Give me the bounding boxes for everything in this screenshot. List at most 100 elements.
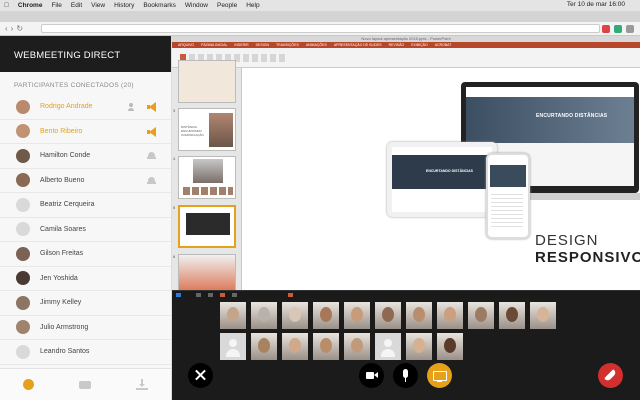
slide-thumb[interactable] bbox=[178, 156, 236, 199]
participant-face bbox=[475, 307, 487, 322]
ribbon-tab[interactable]: APRESENTAÇÃO DE SLIDES bbox=[334, 43, 382, 47]
video-tile[interactable] bbox=[313, 302, 339, 329]
video-tile[interactable] bbox=[251, 302, 277, 329]
avatar bbox=[16, 344, 30, 359]
video-tile[interactable] bbox=[344, 302, 370, 329]
video-tile[interactable] bbox=[406, 302, 432, 329]
video-tile[interactable] bbox=[437, 333, 463, 360]
menu-app[interactable]: Chrome bbox=[18, 2, 43, 9]
video-tile[interactable] bbox=[313, 333, 339, 360]
video-tile[interactable] bbox=[530, 302, 556, 329]
apple-icon[interactable]:  bbox=[4, 2, 9, 9]
video-tile[interactable] bbox=[437, 302, 463, 329]
participant-item[interactable]: Leandro Santos bbox=[0, 340, 171, 365]
participant-item[interactable]: Beatriz Cerqueira bbox=[0, 193, 171, 218]
video-tile[interactable] bbox=[344, 333, 370, 360]
windows-taskbar bbox=[172, 290, 640, 298]
menu-history[interactable]: History bbox=[114, 2, 134, 9]
ribbon-tab[interactable]: INSERIR bbox=[234, 43, 248, 47]
participant-item[interactable]: Jimmy Kelley bbox=[0, 291, 171, 316]
video-tile[interactable] bbox=[220, 302, 246, 329]
shared-screen: Novo layout apresentação 2015.pptx - Pow… bbox=[172, 36, 640, 297]
chat-icon[interactable] bbox=[78, 380, 91, 389]
participant-item[interactable]: Hamilton Conde bbox=[0, 144, 171, 169]
ribbon-icon[interactable] bbox=[261, 53, 267, 62]
video-tile[interactable] bbox=[406, 333, 432, 360]
add-user-icon[interactable] bbox=[128, 103, 136, 111]
participant-item[interactable]: Julio Armstrong bbox=[0, 316, 171, 340]
speaker-icon[interactable] bbox=[147, 126, 157, 137]
extension-icon[interactable] bbox=[614, 25, 622, 33]
start-icon[interactable] bbox=[176, 293, 181, 297]
ribbon-tab[interactable]: TRANSIÇÕES bbox=[276, 43, 299, 47]
taskbar-icon[interactable] bbox=[208, 293, 213, 297]
participant-face bbox=[444, 338, 456, 353]
ribbon-tab[interactable]: ANIMAÇÕES bbox=[306, 43, 327, 47]
slide-thumb-selected[interactable] bbox=[178, 205, 236, 248]
video-tile-placeholder[interactable] bbox=[375, 333, 401, 360]
video-tile[interactable] bbox=[375, 302, 401, 329]
participant-item[interactable]: Jen Yoshida bbox=[0, 267, 171, 291]
participant-item[interactable]: Bento Ribeiro bbox=[0, 120, 171, 144]
raise-hand-icon[interactable] bbox=[147, 176, 156, 184]
video-tile[interactable] bbox=[282, 302, 308, 329]
menu-file[interactable]: File bbox=[51, 2, 61, 9]
menu-view[interactable]: View bbox=[91, 2, 105, 9]
slide-thumbnails: 3 DISTÂNCIA ENCURTANDO COMUNICAÇÃO 4 5 6 bbox=[172, 60, 242, 297]
participant-item[interactable]: Camila Soares bbox=[0, 218, 171, 242]
participants-icon[interactable] bbox=[22, 379, 34, 390]
menu-bookmarks[interactable]: Bookmarks bbox=[143, 2, 176, 9]
ribbon-icon[interactable] bbox=[279, 53, 285, 62]
raise-hand-icon[interactable] bbox=[147, 152, 156, 159]
ribbon-tab[interactable]: ACROBAT bbox=[435, 43, 452, 47]
menu-help[interactable]: Help bbox=[246, 2, 259, 9]
menu-icon[interactable] bbox=[626, 25, 634, 33]
taskbar-icon[interactable] bbox=[196, 293, 201, 297]
ribbon-tab[interactable]: DESIGN bbox=[256, 43, 269, 47]
menu-window[interactable]: Window bbox=[185, 2, 208, 9]
nav-buttons[interactable]: ‹›↻ bbox=[5, 24, 41, 33]
ribbon-icon[interactable] bbox=[270, 53, 276, 62]
video-tile[interactable] bbox=[251, 333, 277, 360]
ribbon-tab[interactable]: PÁGINA INICIAL bbox=[201, 43, 227, 47]
site-header bbox=[466, 87, 634, 97]
menu-people[interactable]: People bbox=[217, 2, 237, 9]
close-icon[interactable] bbox=[188, 363, 213, 388]
hang-up-icon[interactable] bbox=[598, 363, 623, 388]
ribbon-tab[interactable]: REVISÃO bbox=[389, 43, 405, 47]
slide-thumb[interactable] bbox=[178, 60, 236, 103]
participant-face bbox=[351, 338, 363, 353]
menu-edit[interactable]: Edit bbox=[71, 2, 82, 9]
participant-item[interactable]: Gilson Freitas bbox=[0, 242, 171, 267]
video-tile-placeholder[interactable] bbox=[220, 333, 246, 360]
video-area bbox=[172, 298, 640, 400]
participant-item[interactable]: Rodrigo Andrade bbox=[0, 95, 171, 120]
participant-face bbox=[351, 307, 363, 322]
ribbon-tab[interactable]: ARQUIVO bbox=[178, 43, 194, 47]
taskbar-icon[interactable] bbox=[232, 293, 237, 297]
microphone-icon[interactable] bbox=[393, 363, 418, 388]
powerpoint-icon[interactable] bbox=[220, 293, 225, 297]
slide-number: 6 bbox=[173, 254, 176, 259]
camera-icon[interactable] bbox=[359, 363, 384, 388]
taskbar-app-icon[interactable] bbox=[288, 293, 293, 297]
download-icon[interactable] bbox=[136, 379, 149, 390]
extension-icon[interactable] bbox=[602, 25, 610, 33]
browser-toolbar: ‹›↻ bbox=[0, 22, 640, 36]
share-screen-icon[interactable] bbox=[427, 363, 452, 388]
participant-item[interactable]: Alberto Bueno bbox=[0, 169, 171, 193]
speaker-icon[interactable] bbox=[147, 102, 157, 112]
sidebar-footer bbox=[0, 368, 171, 400]
ribbon-icon[interactable] bbox=[243, 53, 249, 62]
clock: Ter 10 de mar 16:00 bbox=[566, 1, 625, 8]
ribbon-icon[interactable] bbox=[252, 53, 258, 62]
browser-tabbar bbox=[0, 11, 640, 22]
video-tile[interactable] bbox=[468, 302, 494, 329]
avatar bbox=[16, 148, 30, 163]
video-tile[interactable] bbox=[499, 302, 525, 329]
address-bar[interactable] bbox=[41, 24, 600, 33]
avatar bbox=[16, 271, 30, 286]
ribbon-tab[interactable]: EXIBIÇÃO bbox=[411, 43, 428, 47]
video-tile[interactable] bbox=[282, 333, 308, 360]
slide-thumb[interactable]: DISTÂNCIA ENCURTANDO COMUNICAÇÃO bbox=[178, 108, 236, 151]
